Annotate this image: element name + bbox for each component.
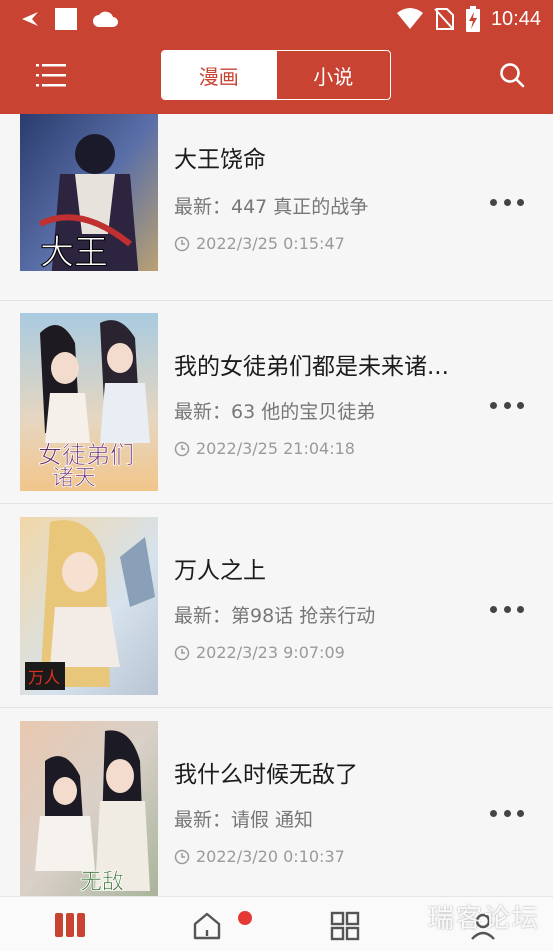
search-icon [500,63,525,88]
clock-icon [174,441,190,456]
svg-text:女徒弟们: 女徒弟们 [38,441,134,469]
item-title: 大王饶命 [174,147,266,173]
home-icon [193,912,221,940]
cover-image: 女徒弟们 诸天 [20,313,158,491]
item-time: 2022/3/23 9:07:09 [196,643,345,662]
tab-manga[interactable]: 漫画 [162,51,276,99]
more-icon [490,809,497,817]
nav-categories[interactable] [330,911,362,943]
comic-list: 大王 大王饶命 最新：447 真正的战争 2022/3/25 0:15:47 女… [0,114,553,896]
status-bar: 10:44 [0,0,553,38]
more-options-button[interactable] [490,805,524,821]
item-time: 2022/3/25 0:15:47 [196,234,345,253]
menu-button[interactable] [36,62,66,88]
svg-text:万人: 万人 [28,668,60,687]
item-time: 2022/3/25 21:04:18 [196,439,355,458]
bird-icon [22,12,38,26]
battery-charging-icon [465,6,480,32]
clock-icon [174,645,190,660]
item-latest-chapter: 最新：63 他的宝贝徒弟 [174,401,376,423]
nav-home[interactable] [192,911,224,943]
item-latest-chapter: 最新：第98话 抢亲行动 [174,605,376,627]
more-icon [490,198,497,206]
item-latest-chapter: 最新：447 真正的战争 [174,196,369,218]
bookshelf-icon [55,913,85,937]
cloud-icon [93,11,118,27]
square-icon [55,8,77,30]
notification-badge [238,911,252,925]
item-title: 我什么时候无敌了 [174,762,358,788]
more-icon [490,401,497,409]
item-updated: 2022/3/25 0:15:47 [174,234,345,253]
list-item[interactable]: 无敌 我什么时候无敌了 最新：请假 通知 2022/3/20 0:10:37 [0,709,553,896]
search-button[interactable] [499,62,525,88]
item-title: 万人之上 [174,558,266,584]
menu-icon [36,64,66,87]
clock: 10:44 [490,8,541,30]
svg-text:大王: 大王 [40,233,108,271]
item-updated: 2022/3/23 9:07:09 [174,643,345,662]
list-item[interactable]: 女徒弟们 诸天 我的女徒弟们都是未来诸... 最新：63 他的宝贝徒弟 2022… [0,301,553,504]
grid-icon [330,911,360,941]
list-item[interactable]: 万人 万人之上 最新：第98话 抢亲行动 2022/3/23 9:07:09 [0,505,553,708]
item-updated: 2022/3/25 21:04:18 [174,439,355,458]
watermark: 瑞客论坛 [428,904,541,934]
cover-image: 无敌 [20,721,158,896]
more-icon [490,605,497,613]
list-item[interactable]: 大王 大王饶命 最新：447 真正的战争 2022/3/25 0:15:47 [0,114,553,301]
svg-text:无敌: 无敌 [80,870,124,895]
item-title: 我的女徒弟们都是未来诸... [174,354,449,380]
no-sim-icon [434,8,454,30]
item-updated: 2022/3/20 0:10:37 [174,847,345,866]
tab-novel[interactable]: 小说 [275,51,391,99]
nav-bookshelf[interactable] [54,911,86,943]
svg-text:诸天: 诸天 [52,466,96,491]
cover-image: 万人 [20,517,158,695]
wifi-icon [396,8,423,29]
more-options-button[interactable] [490,397,524,413]
more-options-button[interactable] [490,601,524,617]
app-bar: 漫画 小说 [0,38,553,114]
item-time: 2022/3/20 0:10:37 [196,847,345,866]
clock-icon [174,236,190,251]
clock-icon [174,849,190,864]
cover-image: 大王 [20,114,158,271]
category-tabs: 漫画 小说 [161,50,391,100]
item-latest-chapter: 最新：请假 通知 [174,809,314,831]
more-options-button[interactable] [490,194,524,210]
